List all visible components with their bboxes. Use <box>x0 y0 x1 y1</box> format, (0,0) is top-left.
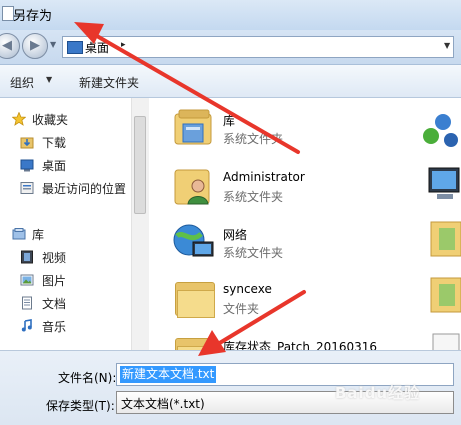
folder-icon <box>171 276 217 320</box>
file-type: 系统文件夹 <box>223 190 284 204</box>
title-bar: 另存为 <box>0 0 461 30</box>
filetype-label: 保存类型(T): <box>46 399 115 413</box>
list-item-patch-folder[interactable]: 库存状态_Patch_20160316 <box>171 332 377 350</box>
network-sphere-icon <box>421 110 461 150</box>
user-folder-icon <box>171 164 217 208</box>
file-name: syncexe <box>223 282 272 296</box>
filename-label: 文件名(N): <box>58 371 117 385</box>
file-type: 系统文件夹 <box>223 246 284 260</box>
list-item-library[interactable]: 库 系统文件夹 <box>171 106 371 158</box>
document-icon <box>431 330 461 350</box>
folder-icon <box>429 218 461 258</box>
pictures-icon <box>20 273 34 286</box>
navigation-pane: 收藏夹 下载 桌面 最近访问的位置 库 视频 图片 文档 音乐 <box>0 98 149 350</box>
address-dropdown-icon[interactable]: ▼ <box>444 41 450 50</box>
sidebar-item-label: 文档 <box>42 297 67 311</box>
sidebar-item-label: 下载 <box>42 136 67 150</box>
star-icon <box>11 111 27 126</box>
sidebar-item-label: 库 <box>32 228 45 242</box>
sidebar-item-label: 图片 <box>42 274 67 288</box>
file-type: 文件夹 <box>223 302 260 316</box>
network-icon <box>171 220 217 264</box>
watermark: Baidu经验 <box>335 384 421 402</box>
desktop-icon <box>20 158 34 172</box>
sidebar-item-label: 最近访问的位置 <box>42 182 127 196</box>
folder-icon <box>171 332 217 350</box>
download-folder-icon <box>20 135 34 149</box>
library-icon <box>12 227 26 240</box>
library-folder-icon <box>171 106 217 150</box>
folder-icon <box>429 274 461 314</box>
chevron-down-icon[interactable]: ▼ <box>46 75 52 84</box>
music-icon <box>20 319 34 332</box>
back-button[interactable]: ◀ <box>0 33 20 59</box>
file-name: 库 <box>223 114 236 128</box>
forward-arrow-icon: ▶ <box>30 38 40 53</box>
sidebar-item-label: 音乐 <box>42 320 67 334</box>
address-bar[interactable]: 桌面 ▸ ▼ <box>62 36 454 58</box>
sidebar-item-label: 桌面 <box>42 159 67 173</box>
sidebar-item-label: 收藏夹 <box>32 113 69 127</box>
file-name: 网络 <box>223 228 248 242</box>
file-name: Administrator <box>223 170 305 184</box>
computer-icon <box>425 164 461 204</box>
file-name: 库存状态_Patch_20160316 <box>223 340 378 350</box>
desktop-icon <box>67 41 83 54</box>
video-icon <box>20 250 34 264</box>
toolbar: 组织 ▼ 新建文件夹 <box>0 65 461 98</box>
new-folder-button[interactable]: 新建文件夹 <box>79 74 139 91</box>
documents-icon <box>20 296 34 310</box>
sidebar-item-label: 视频 <box>42 251 67 265</box>
breadcrumb-arrow-icon[interactable]: ▸ <box>121 40 126 50</box>
list-item-syncexe[interactable]: syncexe 文件夹 <box>171 276 371 328</box>
list-item-network[interactable]: 网络 系统文件夹 <box>171 220 371 272</box>
back-arrow-icon: ◀ <box>2 38 12 53</box>
address-location[interactable]: 桌面 <box>85 39 109 56</box>
file-type: 系统文件夹 <box>223 132 284 146</box>
forward-button[interactable]: ▶ <box>22 33 48 59</box>
organize-button[interactable]: 组织 <box>10 74 34 91</box>
recent-locations-dropdown-icon[interactable]: ▼ <box>50 40 56 49</box>
filetype-value: 文本文档(*.txt) <box>121 397 205 411</box>
file-list: 库 系统文件夹 Administrator 系统文件夹 网络 系统文件夹 syn… <box>149 98 461 350</box>
recent-places-icon <box>20 181 34 194</box>
list-item-administrator[interactable]: Administrator 系统文件夹 <box>171 164 371 216</box>
window-title: 另存为 <box>13 9 53 24</box>
navigation-bar: ◀ ▶ ▼ 桌面 ▸ ▼ <box>0 30 461 65</box>
sidebar-scrollbar-thumb[interactable] <box>134 116 146 214</box>
filename-value[interactable]: 新建文本文档.txt <box>120 366 217 383</box>
